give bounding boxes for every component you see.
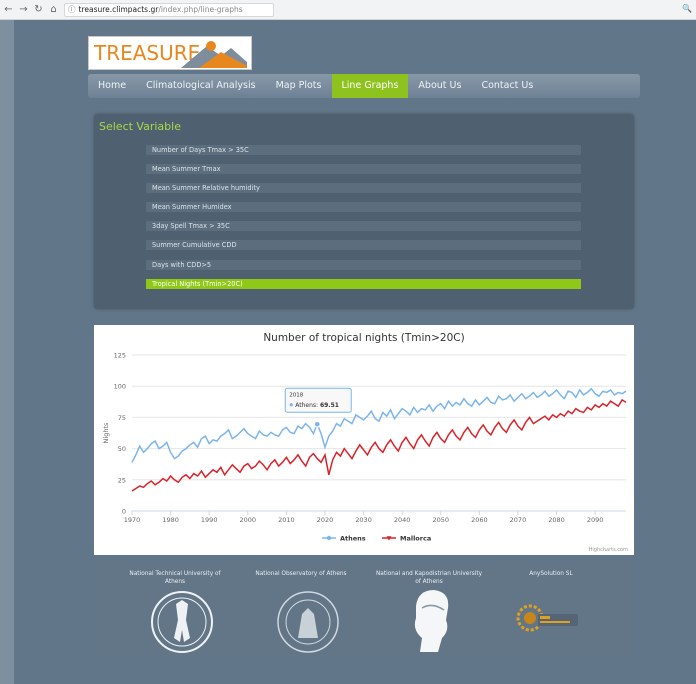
- partner-label: National Observatory of Athens: [255, 571, 347, 577]
- x-tick-label: 2050: [432, 516, 449, 524]
- zoom-icon[interactable]: 🔍: [682, 4, 692, 13]
- tooltip-value: Athens: 69.51: [295, 402, 339, 409]
- select-variable-panel: Select Variable Number of Days Tmax > 35…: [94, 114, 634, 309]
- nav-item-contact-us[interactable]: Contact Us: [471, 74, 543, 98]
- y-tick-label: 75: [118, 414, 126, 422]
- site-logo[interactable]: TREASURE: [88, 36, 252, 70]
- partner-label: National and Kapodistrian University of …: [375, 571, 483, 585]
- y-tick-label: 100: [114, 383, 126, 391]
- x-tick-label: 2080: [548, 516, 565, 524]
- y-axis-label: Nights: [102, 422, 110, 443]
- uoa-athena-icon: [414, 590, 449, 652]
- chart-title: Number of tropical nights (Tmin>20C): [263, 332, 464, 344]
- legend-label: Mallorca: [400, 535, 431, 543]
- url-path: /index.php/line-graphs: [158, 5, 243, 14]
- variable-item[interactable]: Summer Cumulative CDD: [146, 240, 581, 251]
- variable-item[interactable]: Mean Summer Humidex: [146, 202, 581, 213]
- x-tick-label: 1990: [201, 516, 218, 524]
- legend-marker: [326, 535, 332, 541]
- select-variable-title: Select Variable: [99, 120, 181, 133]
- partner-label: AnySolution SL: [529, 571, 573, 577]
- tooltip-year: 2018: [289, 392, 303, 398]
- info-icon[interactable]: ⓘ: [68, 4, 76, 15]
- nav-item-climatological-analysis[interactable]: Climatological Analysis: [136, 74, 266, 98]
- browser-toolbar: ← → ↻ ⌂ ⓘ treasure.climpacts.gr/index.ph…: [0, 0, 696, 20]
- x-tick-label: 2020: [317, 516, 334, 524]
- variable-item-selected[interactable]: Tropical Nights (Tmin>20C): [146, 278, 581, 289]
- mountain-logo-icon: [181, 41, 247, 68]
- x-tick-label: 2060: [471, 516, 488, 524]
- nav-item-home[interactable]: Home: [88, 74, 136, 98]
- x-tick-label: 2030: [355, 516, 372, 524]
- x-tick-label: 1980: [162, 516, 179, 524]
- variable-item[interactable]: Days with CDD>5: [146, 259, 581, 270]
- tooltip-point: [313, 420, 321, 428]
- nav-item-line-graphs[interactable]: Line Graphs: [331, 74, 409, 98]
- y-tick-label: 0: [122, 508, 126, 516]
- partner-label: National Technical University of Athens: [129, 571, 221, 585]
- x-tick-label: 1970: [124, 516, 141, 524]
- tooltip-series-dot: [289, 403, 293, 407]
- x-tick-label: 2040: [394, 516, 411, 524]
- y-tick-label: 125: [114, 352, 126, 360]
- back-icon[interactable]: ←: [2, 4, 15, 15]
- x-tick-label: 2090: [587, 516, 604, 524]
- chart-container: Number of tropical nights (Tmin>20C) 0 25 5…: [94, 325, 634, 555]
- x-tick-label: 2010: [278, 516, 295, 524]
- address-bar[interactable]: ⓘ treasure.climpacts.gr/index.php/line-g…: [64, 2, 274, 17]
- main-nav: Home Climatological Analysis Map Plots L…: [88, 74, 640, 98]
- variable-item[interactable]: Mean Summer Relative humidity: [146, 183, 581, 194]
- series-line-mallorca: [131, 398, 627, 492]
- variable-item[interactable]: Mean Summer Tmax: [146, 164, 581, 175]
- noa-seal-icon: [277, 591, 339, 653]
- anysolution-logo-icon: [516, 604, 578, 632]
- line-chart: Number of tropical nights (Tmin>20C) 0 25 5…: [102, 332, 628, 553]
- series-line-athens: [131, 387, 627, 463]
- forward-icon[interactable]: →: [17, 4, 30, 15]
- reload-icon[interactable]: ↻: [32, 4, 45, 15]
- chart-credits: Highcharts.com: [589, 547, 628, 553]
- legend-label: Athens: [340, 535, 366, 543]
- variable-item[interactable]: 3day Spell Tmax > 35C: [146, 221, 581, 232]
- y-tick-label: 25: [118, 476, 126, 484]
- nav-item-map-plots[interactable]: Map Plots: [266, 74, 332, 98]
- partners-footer: National Technical University of Athens …: [94, 562, 634, 658]
- page-left-edge: [0, 20, 14, 684]
- url-host: treasure.climpacts.gr: [78, 5, 159, 14]
- y-tick-label: 50: [118, 445, 126, 453]
- x-tick-label: 2000: [240, 516, 257, 524]
- nav-item-about-us[interactable]: About Us: [408, 74, 471, 98]
- x-tick-label: 2070: [510, 516, 527, 524]
- ntua-seal-icon: [151, 591, 213, 653]
- variable-list: Number of Days Tmax > 35C Mean Summer Tm…: [146, 145, 581, 298]
- variable-item[interactable]: Number of Days Tmax > 35C: [146, 145, 581, 155]
- home-icon[interactable]: ⌂: [47, 4, 60, 15]
